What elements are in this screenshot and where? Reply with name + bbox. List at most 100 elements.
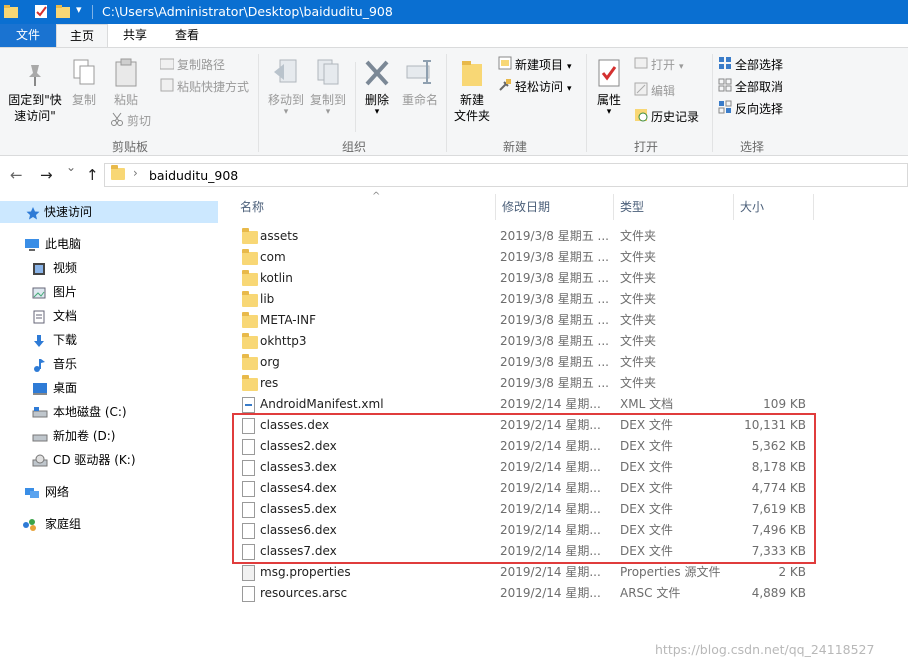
file-type: DEX 文件 <box>620 523 673 537</box>
file-date: 2019/2/14 星期... <box>500 397 601 411</box>
file-row[interactable]: kotlin 2019/3/8 星期五 ... 文件夹 <box>218 268 908 289</box>
tab-home[interactable]: 主页 <box>56 24 108 48</box>
cut-label: 剪切 <box>127 114 152 128</box>
paste-shortcut-icon <box>160 78 174 97</box>
copy-to-icon <box>314 58 342 88</box>
file-row[interactable]: classes.dex 2019/2/14 星期... DEX 文件 10,131 K… <box>218 415 908 436</box>
address-box[interactable]: › baiduditu_908 <box>104 163 908 187</box>
nav-item-cd-drive[interactable]: CD 驱动器 (K:) <box>0 449 218 471</box>
nav-item-documents[interactable]: 文档 <box>0 305 218 327</box>
nav-item-new-volume[interactable]: 新加卷 (D:) <box>0 425 218 447</box>
tab-share[interactable]: 共享 <box>110 24 160 48</box>
nav-item-label: 文档 <box>53 309 78 323</box>
file-row[interactable]: classes2.dex 2019/2/14 星期... DEX 文件 5,362 K… <box>218 436 908 457</box>
folder-icon <box>242 228 258 244</box>
group-separator <box>355 62 356 132</box>
open-button[interactable]: 打开 ▾ <box>634 56 684 74</box>
nav-item-label: 下载 <box>53 333 78 347</box>
column-header-label: 名称 <box>240 200 265 214</box>
file-row[interactable]: com 2019/3/8 星期五 ... 文件夹 <box>218 247 908 268</box>
file-icon <box>242 502 255 518</box>
forward-button[interactable]: → <box>40 166 53 184</box>
history-button[interactable]: 历史记录 <box>634 108 699 126</box>
file-row[interactable]: lib 2019/3/8 星期五 ... 文件夹 <box>218 289 908 310</box>
delete-button[interactable]: 删除 ▾ <box>358 58 396 117</box>
nav-item-network[interactable]: 网络 <box>0 481 218 503</box>
nav-item-pictures[interactable]: 图片 <box>0 281 218 303</box>
new-item-label: 新建项目 <box>515 58 564 72</box>
select-none-button[interactable]: 全部取消 <box>718 78 783 96</box>
file-row[interactable]: classes5.dex 2019/2/14 星期... DEX 文件 7,619 K… <box>218 499 908 520</box>
properties-quick-icon[interactable] <box>34 3 48 19</box>
file-row[interactable]: assets 2019/3/8 星期五 ... 文件夹 <box>218 226 908 247</box>
file-row[interactable]: AndroidManifest.xml 2019/2/14 星期... XML 文档… <box>218 394 908 415</box>
group-label-select: 选择 <box>739 140 764 154</box>
copy-icon <box>71 58 97 88</box>
paste-button[interactable]: 粘贴 <box>106 58 146 108</box>
file-name: AndroidManifest.xml <box>260 397 384 411</box>
nav-item-this-pc[interactable]: 此电脑 <box>0 233 218 255</box>
file-row[interactable]: META-INF 2019/3/8 星期五 ... 文件夹 <box>218 310 908 331</box>
recent-locations-button[interactable]: ⌄ <box>66 160 76 174</box>
invert-selection-button[interactable]: 反向选择 <box>718 100 783 118</box>
copy-button[interactable]: 复制 <box>66 58 102 108</box>
copy-to-dropdown-glyph: ▾ <box>325 107 331 117</box>
file-row[interactable]: resources.arsc 2019/2/14 星期... ARSC 文件 4,88… <box>218 583 908 604</box>
nav-item-label: CD 驱动器 (K:) <box>53 453 136 467</box>
file-row[interactable]: res 2019/3/8 星期五 ... 文件夹 <box>218 373 908 394</box>
nav-item-music[interactable]: 音乐 <box>0 353 218 375</box>
file-size: 7,333 KB <box>751 544 806 558</box>
nav-item-homegroup[interactable]: 家庭组 <box>0 513 218 535</box>
column-header-name[interactable]: 名称 ^ <box>234 191 496 220</box>
column-header-size[interactable]: 大小 <box>734 194 814 220</box>
nav-item-local-disk[interactable]: 本地磁盘 (C:) <box>0 401 218 423</box>
column-header-date[interactable]: 修改日期 <box>496 194 614 220</box>
nav-item-downloads[interactable]: 下载 <box>0 329 218 351</box>
file-date: 2019/2/14 星期... <box>500 586 601 600</box>
easy-access-button[interactable]: 轻松访问 ▾ <box>498 78 572 96</box>
file-row[interactable]: okhttp3 2019/3/8 星期五 ... 文件夹 <box>218 331 908 352</box>
tab-view[interactable]: 查看 <box>162 24 212 48</box>
file-type: 文件夹 <box>620 292 657 306</box>
select-all-label: 全部选择 <box>735 58 784 72</box>
up-button[interactable]: ↑ <box>86 166 99 184</box>
title-bar: ▾ C:\Users\Administrator\Desktop\baidudi… <box>0 0 908 24</box>
pin-to-quick-access-button[interactable]: 固定到"快 速访问" <box>4 62 66 124</box>
history-label: 历史记录 <box>651 110 700 124</box>
file-name: res <box>260 376 279 390</box>
select-all-button[interactable]: 全部选择 <box>718 56 783 74</box>
rename-button[interactable]: 重命名 <box>398 58 442 108</box>
file-row[interactable]: classes3.dex 2019/2/14 星期... DEX 文件 8,178 K… <box>218 457 908 478</box>
paste-label: 粘贴 <box>113 93 138 107</box>
file-row[interactable]: org 2019/3/8 星期五 ... 文件夹 <box>218 352 908 373</box>
back-button[interactable]: ← <box>10 166 23 184</box>
nav-item-desktop[interactable]: 桌面 <box>0 377 218 399</box>
nav-item-videos[interactable]: 视频 <box>0 257 218 279</box>
file-row[interactable]: classes4.dex 2019/2/14 星期... DEX 文件 4,774 K… <box>218 478 908 499</box>
properties-button[interactable]: 属性 ▾ <box>590 58 628 117</box>
new-item-button[interactable]: 新建项目 ▾ <box>498 56 572 74</box>
breadcrumb-current[interactable]: baiduditu_908 <box>149 168 238 183</box>
new-folder-button[interactable]: 新建 文件夹 <box>450 58 494 124</box>
copy-to-button[interactable]: 复制到 ▾ <box>306 58 350 117</box>
drive-icon <box>32 405 48 427</box>
file-type: 文件夹 <box>620 313 657 327</box>
cut-button[interactable]: 剪切 <box>110 112 151 130</box>
tab-file[interactable]: 文件 <box>0 24 56 48</box>
file-row[interactable]: msg.properties 2019/2/14 星期... Properties … <box>218 562 908 583</box>
nav-item-quick-access[interactable]: 快速访问 <box>0 201 218 223</box>
quick-access-toolbar-dropdown[interactable]: ▾ <box>76 3 90 19</box>
file-date: 2019/3/8 星期五 ... <box>500 355 608 369</box>
copy-path-label: 复制路径 <box>177 58 226 72</box>
copy-path-button[interactable]: 复制路径 <box>159 56 226 74</box>
new-folder-quick-icon[interactable] <box>56 3 70 19</box>
file-row[interactable]: classes6.dex 2019/2/14 星期... DEX 文件 7,496 K… <box>218 520 908 541</box>
file-row[interactable]: classes7.dex 2019/2/14 星期... DEX 文件 7,333 K… <box>218 541 908 562</box>
move-to-button[interactable]: 移动到 ▾ <box>264 58 308 117</box>
breadcrumb-separator[interactable]: › <box>133 166 138 180</box>
file-date: 2019/3/8 星期五 ... <box>500 313 608 327</box>
column-header-type[interactable]: 类型 <box>614 194 734 220</box>
edit-button[interactable]: 编辑 <box>634 82 675 100</box>
folder-icon <box>242 249 258 265</box>
paste-shortcut-button[interactable]: 粘贴快捷方式 <box>160 78 249 96</box>
